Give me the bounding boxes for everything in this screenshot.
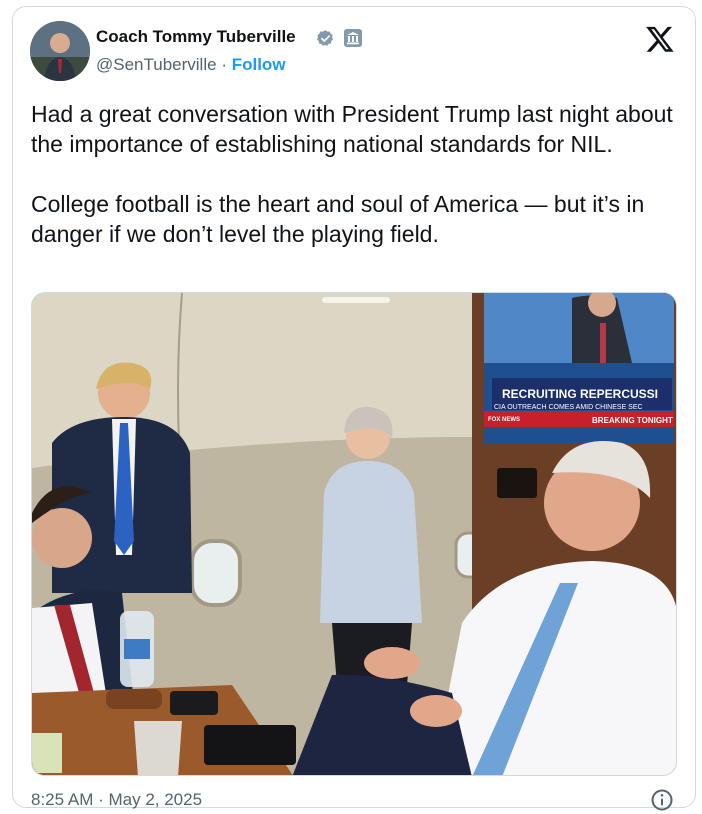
tv-subline: CIA OUTREACH COMES AMID CHINESE SEC	[494, 404, 643, 411]
author-name[interactable]: Coach Tommy Tuberville	[96, 27, 296, 47]
separator-dot: ·	[221, 55, 227, 74]
government-building-icon	[344, 29, 362, 47]
tweet-paragraph-2: College football is the heart and soul o…	[31, 191, 645, 247]
timestamp[interactable]: 8:25 AM · May 2, 2025	[31, 790, 202, 810]
verified-badge-icon	[317, 30, 334, 46]
follow-button[interactable]: Follow	[232, 55, 286, 74]
tv-tag: BREAKING TONIGHT	[592, 416, 673, 425]
tweet-card: Coach Tommy Tuberville @SenTuberville · …	[12, 6, 696, 811]
tv-network: FOX NEWS	[488, 417, 520, 423]
handle-row: @SenTuberville · Follow	[96, 55, 286, 75]
tweet-photo[interactable]: RECRUITING REPERCUSSI CIA OUTREACH COMES…	[31, 292, 677, 776]
avatar[interactable]	[30, 21, 90, 81]
x-logo-icon[interactable]	[645, 24, 675, 54]
tv-headline: RECRUITING REPERCUSSI	[502, 387, 658, 401]
tweet-text: Had a great conversation with President …	[31, 99, 683, 249]
info-icon[interactable]	[650, 788, 674, 812]
tweet-paragraph-1: Had a great conversation with President …	[31, 101, 673, 157]
author-handle[interactable]: @SenTuberville	[96, 55, 217, 74]
